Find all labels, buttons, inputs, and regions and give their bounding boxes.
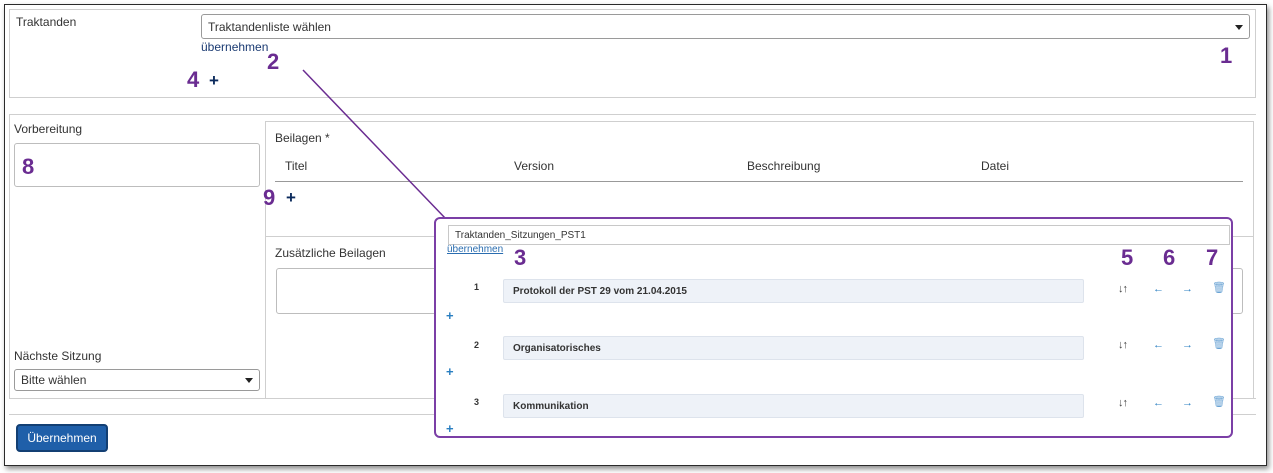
vorbereitung-label: Vorbereitung [14, 122, 83, 136]
callout-1: 1 [1220, 43, 1233, 68]
callout-3: 3 [514, 245, 527, 270]
section-divider [265, 121, 1253, 122]
popup-apply-link[interactable]: übernehmen [447, 244, 503, 255]
add-traktandum-plus-icon[interactable]: + [209, 72, 219, 89]
traktandum-title: Organisatorisches [513, 342, 601, 354]
beilagen-col-version: Version [514, 159, 555, 173]
submit-button[interactable]: Übernehmen [16, 424, 108, 452]
arrow-left-icon[interactable]: ← [1153, 398, 1164, 409]
chevron-down-icon [1235, 24, 1243, 30]
callout-5: 5 [1121, 245, 1134, 270]
beilagen-col-titel: Titel [285, 159, 308, 173]
traktandum-number: 3 [474, 397, 480, 407]
callout-6: 6 [1163, 245, 1176, 270]
sort-icon[interactable]: ↓↑ [1118, 398, 1128, 409]
add-subitem-plus-icon[interactable]: + [446, 365, 454, 378]
trash-icon[interactable]: 🗑 [1212, 283, 1226, 294]
add-subitem-plus-icon[interactable]: + [446, 422, 454, 435]
traktanden-select-value: Traktandenliste wählen [208, 19, 331, 34]
callout-9: 9 [263, 185, 276, 210]
callout-8: 8 [22, 154, 35, 179]
trash-icon[interactable]: 🗑 [1212, 397, 1226, 408]
traktanden-list-name: Traktanden_Sitzungen_PST1 [455, 229, 586, 241]
traktanden-apply-link[interactable]: übernehmen [201, 40, 268, 54]
callout-4: 4 [187, 67, 200, 92]
trash-icon[interactable]: 🗑 [1212, 339, 1226, 350]
add-beilage-plus-icon[interactable]: + [286, 189, 296, 206]
traktanden-list-name-field[interactable]: Traktanden_Sitzungen_PST1 [448, 225, 1230, 245]
traktandum-title-field[interactable]: Protokoll der PST 29 vom 21.04.2015 [503, 279, 1084, 303]
arrow-right-icon[interactable]: → [1182, 340, 1193, 351]
beilagen-col-datei: Datei [981, 159, 1010, 173]
traktandum-title: Protokoll der PST 29 vom 21.04.2015 [513, 285, 687, 297]
table-header-divider [275, 181, 1243, 182]
traktandum-title-field[interactable]: Kommunikation [503, 394, 1084, 418]
arrow-left-icon[interactable]: ← [1153, 340, 1164, 351]
traktandum-title-field[interactable]: Organisatorisches [503, 336, 1084, 360]
traktanden-label: Traktanden [16, 15, 77, 29]
beilagen-col-beschreibung: Beschreibung [747, 159, 821, 173]
zusaetzliche-beilagen-label: Zusätzliche Beilagen [275, 246, 386, 260]
sort-icon[interactable]: ↓↑ [1118, 284, 1128, 295]
naechste-sitzung-select[interactable]: Bitte wählen [14, 369, 260, 391]
arrow-left-icon[interactable]: ← [1153, 284, 1164, 295]
section-divider [9, 114, 1256, 115]
arrow-right-icon[interactable]: → [1182, 284, 1193, 295]
add-subitem-plus-icon[interactable]: + [446, 309, 454, 322]
traktanden-list-popup: Traktanden_Sitzungen_PST1 übernehmen 3 5… [434, 217, 1233, 438]
arrow-right-icon[interactable]: → [1182, 398, 1193, 409]
section-divider [9, 114, 10, 399]
callout-2: 2 [267, 49, 280, 74]
traktanden-select[interactable]: Traktandenliste wählen [201, 14, 1250, 39]
section-divider [265, 121, 266, 398]
naechste-sitzung-select-value: Bitte wählen [21, 373, 87, 387]
traktandum-title: Kommunikation [513, 400, 589, 412]
sort-icon[interactable]: ↓↑ [1118, 340, 1128, 351]
naechste-sitzung-label: Nächste Sitzung [14, 349, 102, 363]
traktandum-number: 2 [474, 340, 480, 350]
chevron-down-icon [245, 378, 253, 383]
section-divider [1253, 121, 1254, 398]
callout-7: 7 [1206, 245, 1219, 270]
beilagen-label: Beilagen * [275, 131, 330, 145]
vorbereitung-input[interactable] [14, 143, 260, 187]
traktandum-number: 1 [474, 282, 480, 292]
